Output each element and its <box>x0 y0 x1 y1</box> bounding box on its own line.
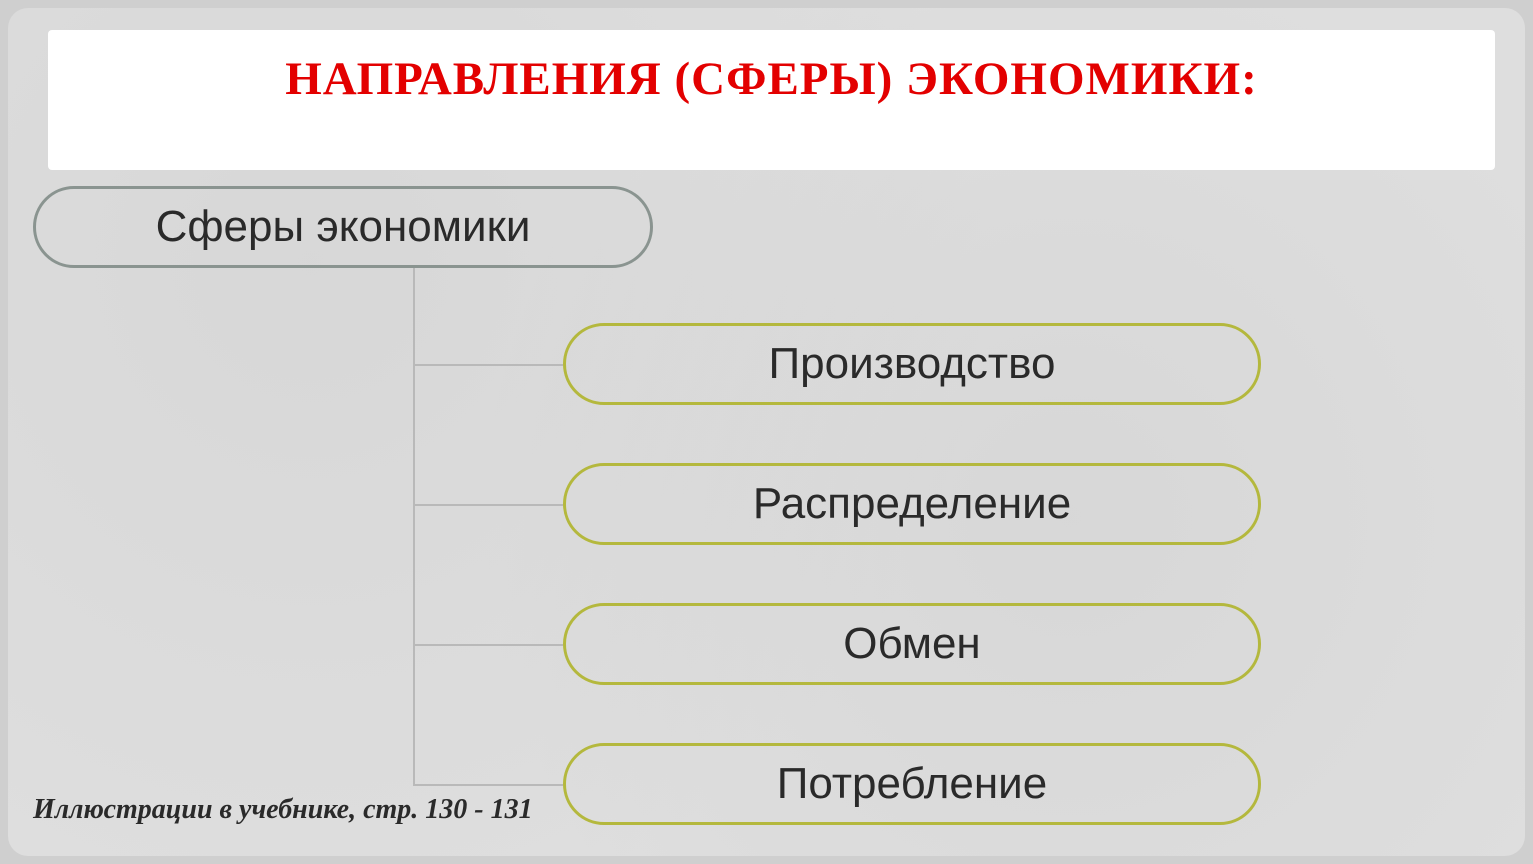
diagram-child-box-3: Обмен <box>563 603 1261 685</box>
connector-branch-3 <box>413 644 563 646</box>
connector-trunk <box>413 268 415 784</box>
slide-frame: НАПРАВЛЕНИЯ (СФЕРЫ) ЭКОНОМИКИ: Сферы эко… <box>8 8 1525 856</box>
diagram-child-label-2: Распределение <box>753 479 1071 529</box>
diagram-child-box-1: Производство <box>563 323 1261 405</box>
connector-branch-4 <box>413 784 563 786</box>
title-bar: НАПРАВЛЕНИЯ (СФЕРЫ) ЭКОНОМИКИ: <box>48 30 1495 170</box>
diagram-child-box-2: Распределение <box>563 463 1261 545</box>
footnote: Иллюстрации в учебнике, стр. 130 - 131 <box>33 794 533 826</box>
diagram-child-box-4: Потребление <box>563 743 1261 825</box>
diagram-child-label-1: Производство <box>769 339 1056 389</box>
diagram-child-label-3: Обмен <box>843 619 980 669</box>
diagram-child-label-4: Потребление <box>777 759 1047 809</box>
connector-branch-1 <box>413 364 563 366</box>
diagram-root-box: Сферы экономики <box>33 186 653 268</box>
connector-branch-2 <box>413 504 563 506</box>
diagram-root-label: Сферы экономики <box>156 202 531 252</box>
slide-title: НАПРАВЛЕНИЯ (СФЕРЫ) ЭКОНОМИКИ: <box>48 30 1495 106</box>
